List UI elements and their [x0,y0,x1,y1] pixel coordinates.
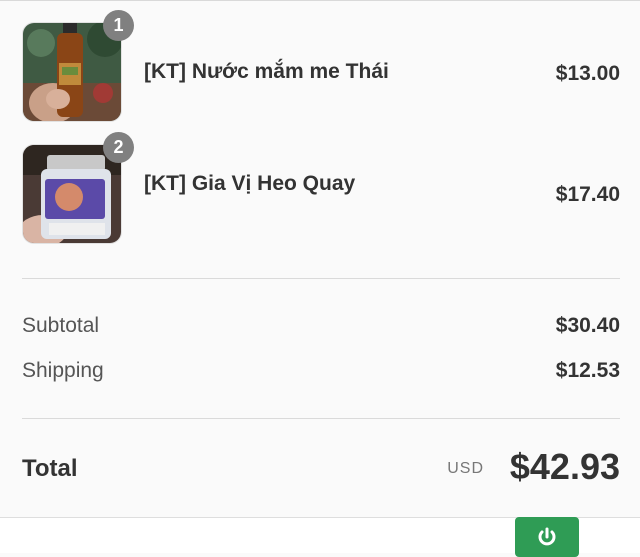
divider [22,418,620,419]
subtotal-value: $30.40 [555,314,620,337]
product-image [22,22,122,122]
product-image [22,144,122,244]
power-icon [538,527,556,546]
shipping-value: $12.53 [555,359,620,382]
total-value: $42.93 [509,446,620,487]
top-border [0,0,640,1]
product-price: $13.00 [555,62,620,85]
shipping-label: Shipping [22,359,104,382]
continue-button[interactable] [515,517,579,557]
divider [22,278,620,279]
product-price: $17.40 [555,183,620,206]
subtotal-label: Subtotal [22,314,100,337]
quantity-badge: 2 [103,132,134,163]
product-name: [KT] Nước mắm me Thái [144,60,389,83]
currency-code: USD [447,460,484,477]
product-name: [KT] Gia Vị Heo Quay [144,172,356,195]
total-label: Total [22,455,78,482]
quantity-badge: 1 [103,10,134,41]
